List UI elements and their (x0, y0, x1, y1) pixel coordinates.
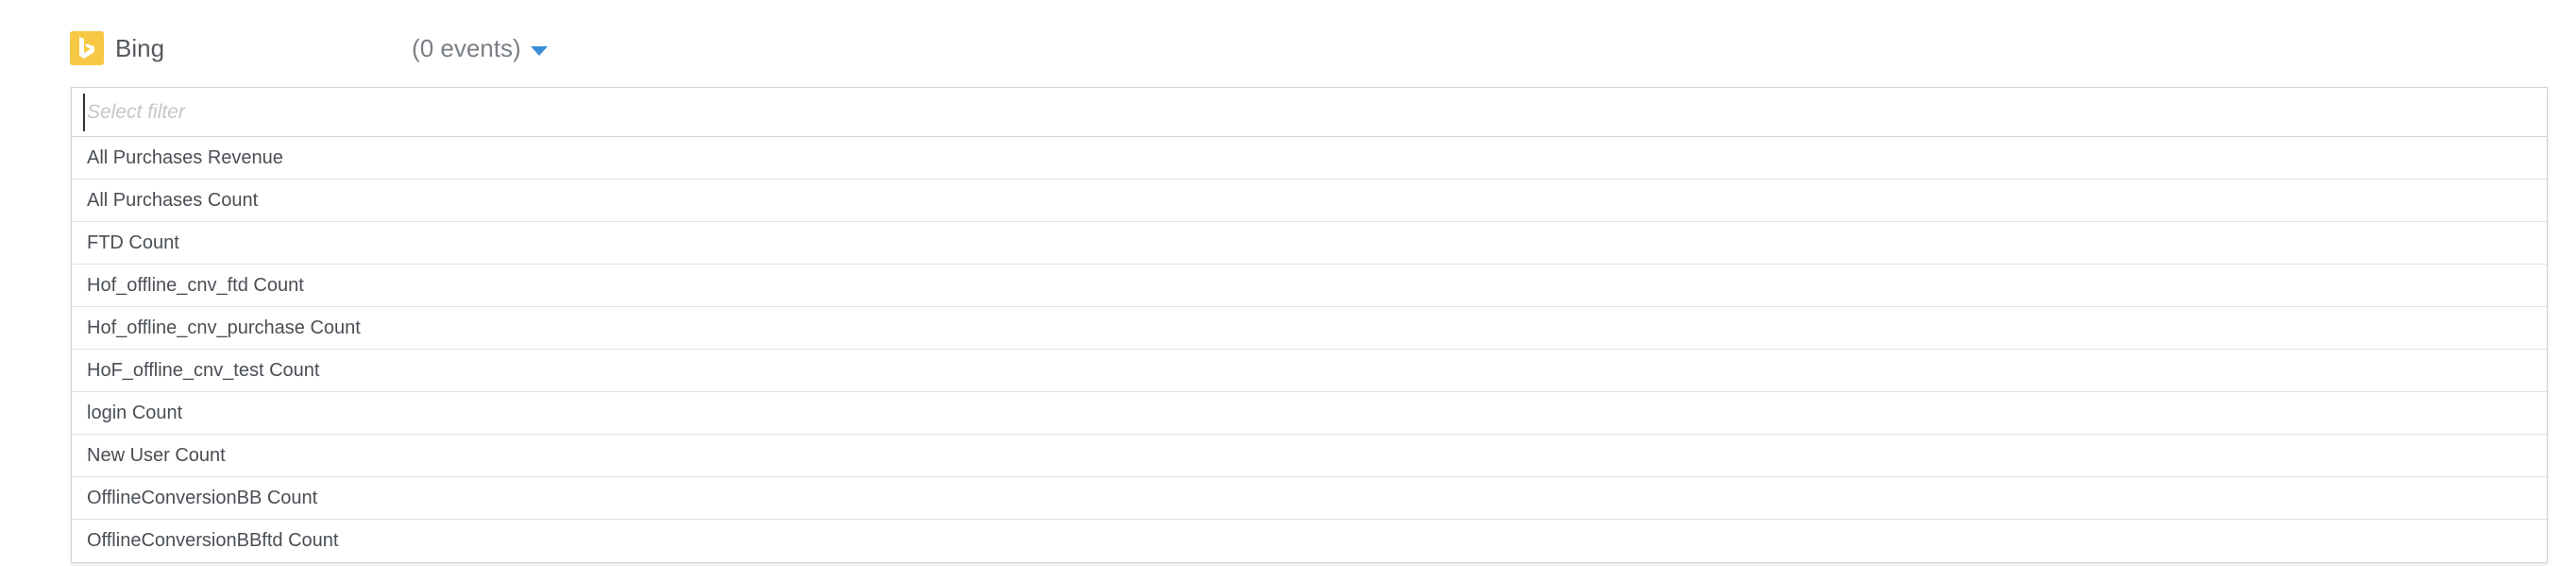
chevron-down-icon[interactable] (530, 46, 548, 56)
option-login-count[interactable]: login Count (72, 392, 2547, 435)
filter-input[interactable] (83, 93, 2547, 131)
source-header: Bing (0 events) (70, 30, 548, 66)
option-offlineconversionbb-count[interactable]: OfflineConversionBB Count (72, 477, 2547, 520)
option-offlineconversionbbftd-count[interactable]: OfflineConversionBBftd Count (72, 520, 2547, 562)
events-count: (0 events) (412, 33, 521, 62)
option-new-user-count[interactable]: New User Count (72, 435, 2547, 477)
option-all-purchases-revenue[interactable]: All Purchases Revenue (72, 137, 2547, 180)
filter-dropdown: All Purchases Revenue All Purchases Coun… (71, 87, 2548, 563)
option-hof-offline-cnv-test-count[interactable]: HoF_offline_cnv_test Count (72, 350, 2547, 392)
option-all-purchases-count[interactable]: All Purchases Count (72, 180, 2547, 222)
source-name: Bing (115, 33, 165, 62)
bing-logo-icon (70, 31, 104, 65)
account-name (176, 36, 412, 60)
option-hof-offline-cnv-ftd-count[interactable]: Hof_offline_cnv_ftd Count (72, 265, 2547, 307)
option-hof-offline-cnv-purchase-count[interactable]: Hof_offline_cnv_purchase Count (72, 307, 2547, 350)
option-ftd-count[interactable]: FTD Count (72, 222, 2547, 265)
options-list: All Purchases Revenue All Purchases Coun… (72, 137, 2547, 562)
filter-row (72, 88, 2547, 137)
